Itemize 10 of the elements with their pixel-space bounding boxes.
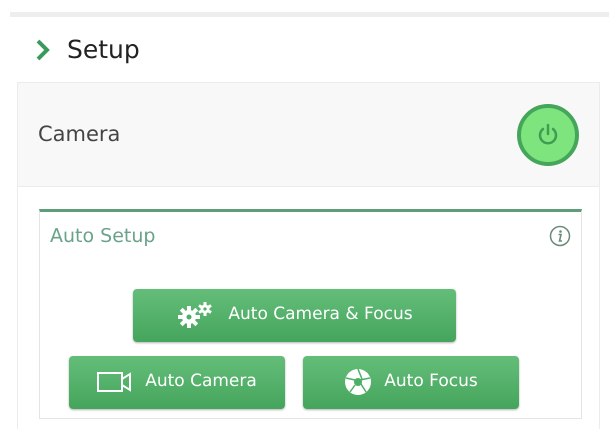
auto-setup-button[interactable]: Auto Camera & Focus bbox=[133, 288, 456, 342]
auto-setup-button[interactable]: Auto Focus bbox=[303, 356, 519, 408]
video-camera-icon bbox=[97, 371, 134, 393]
auto-setup-title: Auto Setup bbox=[50, 224, 156, 249]
aperture-icon bbox=[344, 368, 372, 396]
section-title: Setup bbox=[67, 34, 140, 66]
camera-label: Camera bbox=[38, 120, 120, 148]
info-icon[interactable] bbox=[549, 225, 571, 248]
chevron-icon[interactable] bbox=[35, 38, 51, 60]
auto-setup-button[interactable]: Auto Camera bbox=[69, 356, 285, 408]
